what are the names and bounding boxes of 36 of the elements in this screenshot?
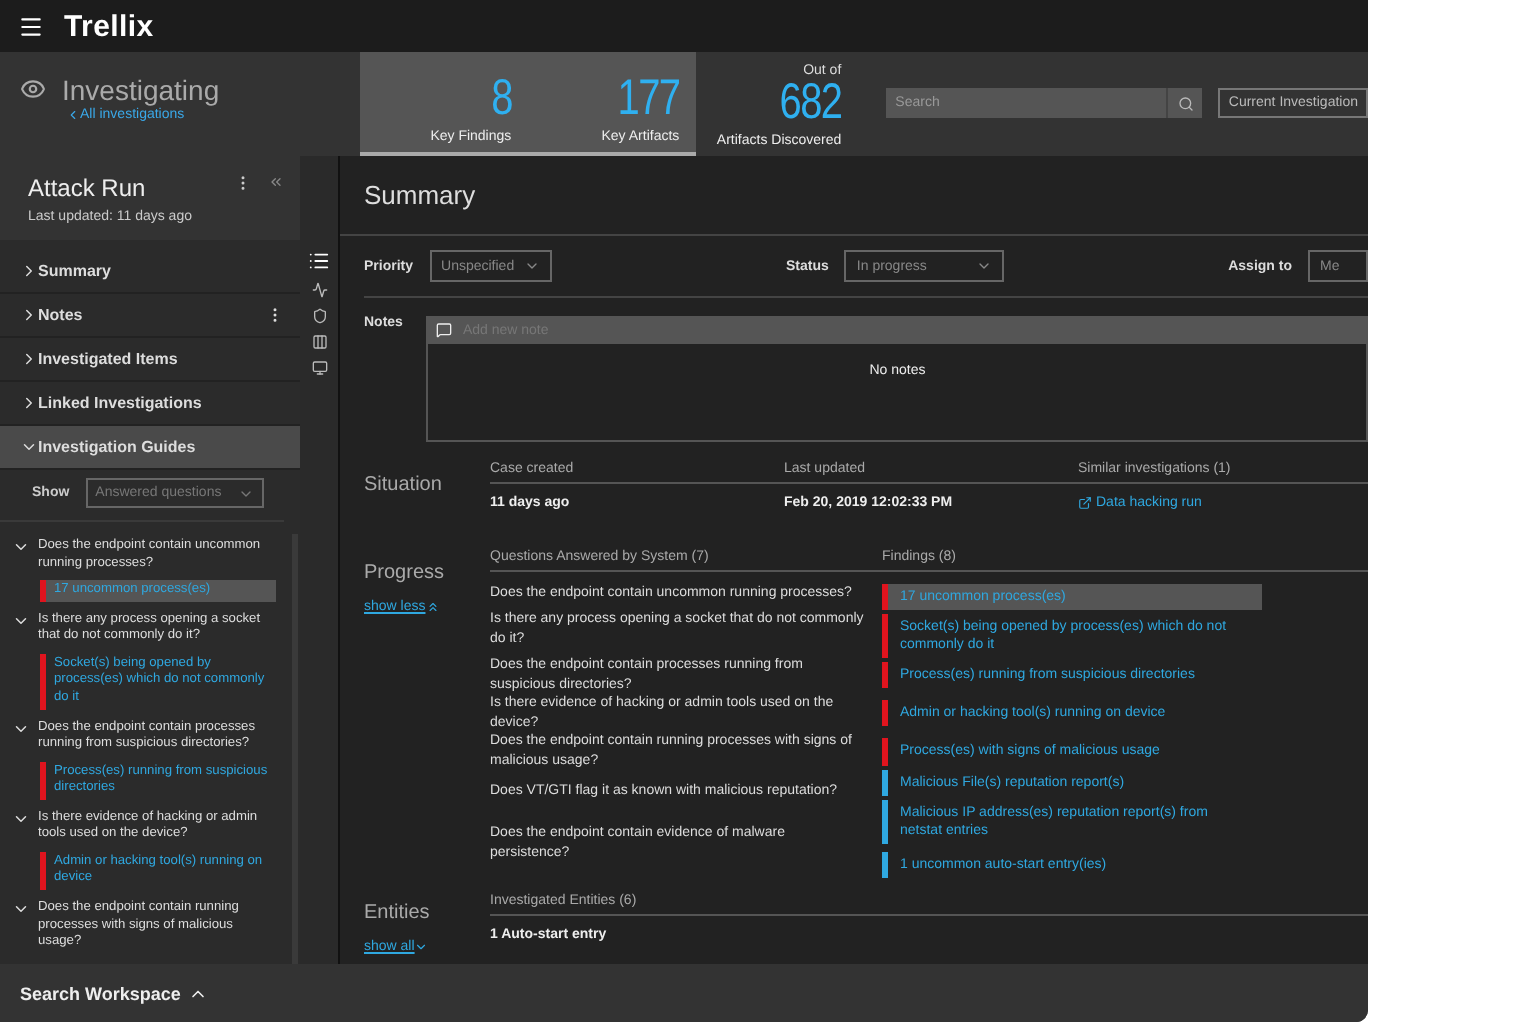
- chevron-down-icon: [12, 538, 30, 556]
- search-icon: [1177, 95, 1194, 111]
- section-heading: Progress: [364, 562, 447, 584]
- stat-value: 8: [490, 74, 512, 124]
- chevron-right-icon: [20, 350, 38, 368]
- stat-value: 177: [617, 74, 680, 124]
- chevron-left-icon: [66, 108, 80, 122]
- chevron-down-icon: [12, 900, 30, 918]
- comment-icon: [436, 322, 453, 338]
- chevron-down-icon: [976, 258, 993, 274]
- menu-icon[interactable]: [18, 13, 44, 39]
- chevron-down-icon: [20, 438, 38, 456]
- chevron-down-icon: [414, 939, 429, 954]
- shield-icon[interactable]: [311, 308, 327, 324]
- chevron-right-icon: [20, 306, 38, 324]
- logo: Trellix: [64, 9, 154, 43]
- columns-icon[interactable]: [311, 334, 327, 350]
- chart-icon[interactable]: [311, 282, 327, 298]
- chevron-right-icon: [20, 262, 38, 280]
- list-icon[interactable]: [308, 250, 330, 272]
- collapse-icon[interactable]: [268, 174, 284, 190]
- investigation-title: Attack Run: [28, 174, 148, 202]
- external-link-icon: [1078, 496, 1092, 510]
- search-button[interactable]: [1166, 88, 1203, 118]
- double-chevron-up-icon: [425, 600, 440, 614]
- section-heading: Entities: [364, 901, 432, 924]
- eye-icon: [20, 76, 46, 102]
- sidebar-section[interactable]: Investigation Guides: [0, 426, 300, 470]
- search-workspace-bar[interactable]: Search Workspace: [0, 964, 1368, 1022]
- chevron-right-icon: [20, 394, 38, 412]
- section-heading: Situation: [364, 474, 444, 496]
- section-title: Summary: [340, 156, 1368, 236]
- monitor-icon[interactable]: [311, 360, 327, 376]
- page-title: Investigating: [62, 76, 220, 104]
- chevron-down-icon: [523, 258, 540, 274]
- stat-value: 682: [779, 78, 842, 128]
